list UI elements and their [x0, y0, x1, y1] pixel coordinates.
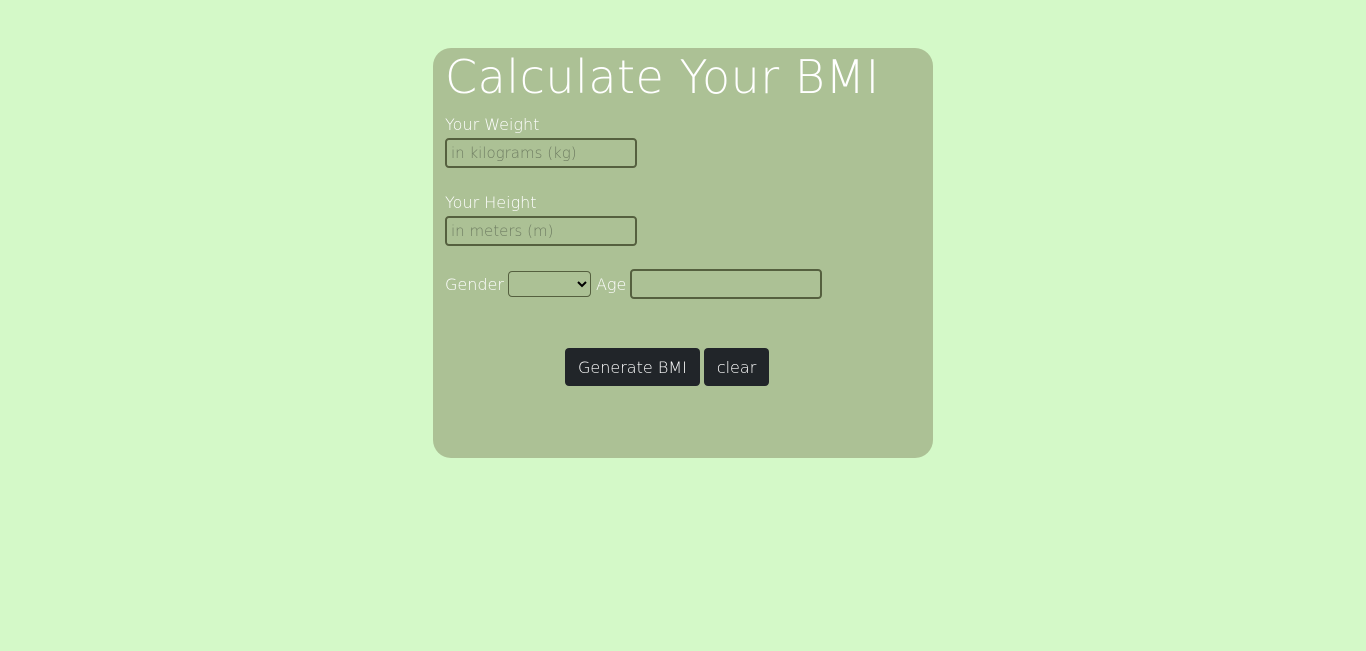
height-input[interactable]: [445, 216, 637, 246]
gender-select[interactable]: [507, 271, 591, 297]
bmi-card: Calculate Your BMI Your Weight Your Heig…: [433, 48, 933, 458]
gender-age-row: Gender Age: [445, 269, 823, 299]
height-label: Your Height: [445, 193, 537, 212]
generate-bmi-button[interactable]: Generate BMI: [565, 348, 700, 386]
clear-button[interactable]: clear: [703, 348, 770, 386]
button-row: Generate BMI clear: [565, 348, 770, 386]
gender-label: Gender: [445, 274, 504, 294]
age-input[interactable]: [630, 269, 823, 299]
weight-input[interactable]: [445, 138, 637, 168]
weight-label: Your Weight: [445, 115, 540, 134]
page-title: Calculate Your BMI: [445, 50, 880, 104]
age-label: Age: [595, 274, 627, 294]
